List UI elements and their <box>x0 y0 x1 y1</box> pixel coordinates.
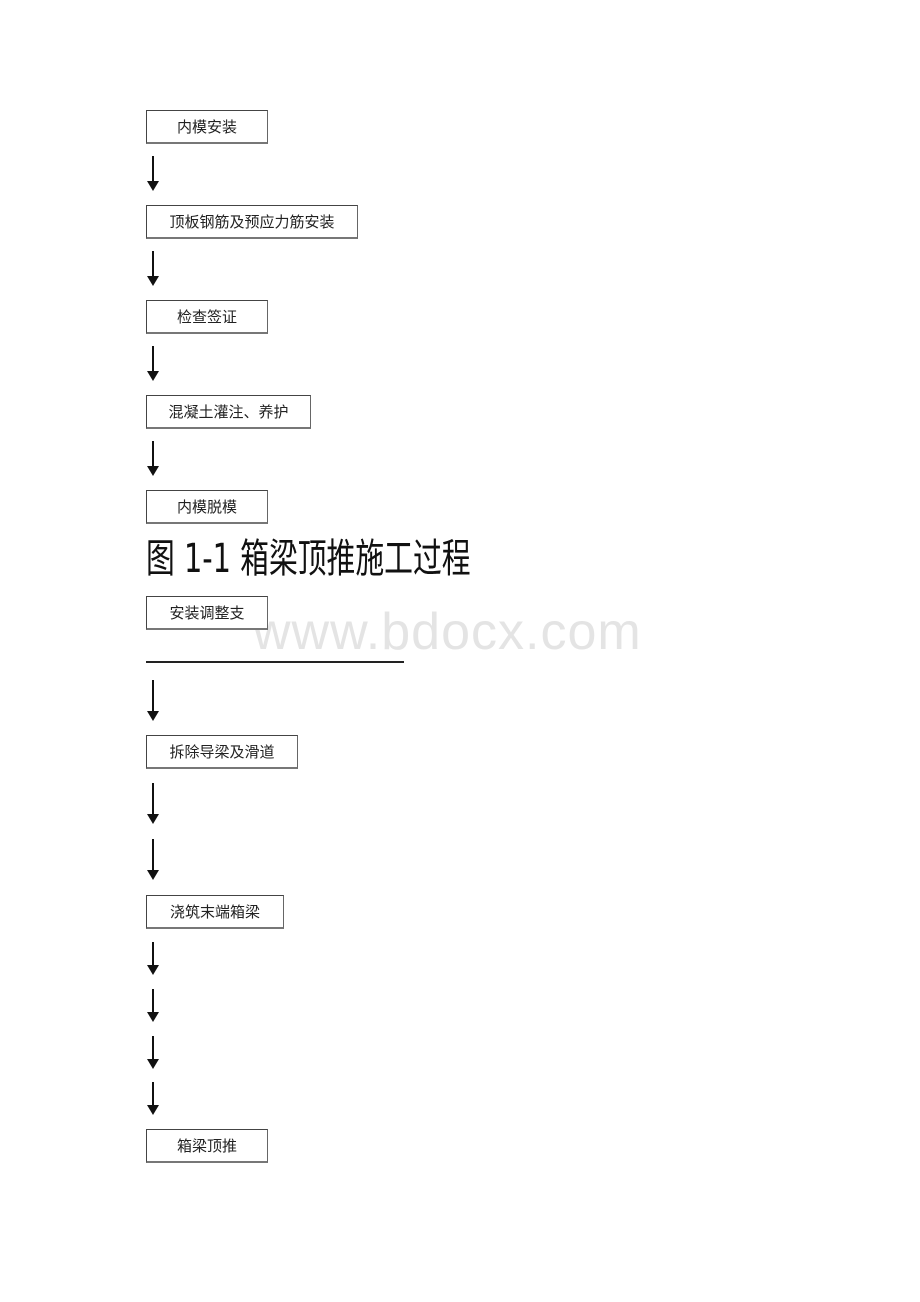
arrow-down-icon <box>146 346 160 382</box>
flow-step-top-slab-rebar-install: 顶板钢筋及预应力筋安装 <box>146 205 358 239</box>
arrow-down-icon <box>146 942 160 976</box>
flow-step-install-adjust-support: 安装调整支 <box>146 596 268 630</box>
flow-step-inner-formwork-removal: 内模脱模 <box>146 490 268 524</box>
arrow-down-icon <box>146 783 160 825</box>
flow-step-concrete-pouring: 混凝土灌注、养护 <box>146 395 311 429</box>
arrow-down-icon <box>146 1082 160 1116</box>
flow-step-pour-end-box-girder: 浇筑末端箱梁 <box>146 895 284 929</box>
flow-step-box-girder-pushing: 箱梁顶推 <box>146 1129 268 1163</box>
flow-step-inspection: 检查签证 <box>146 300 268 334</box>
arrow-down-icon <box>146 441 160 477</box>
arrow-down-icon <box>146 989 160 1023</box>
arrow-down-icon <box>146 1036 160 1070</box>
flow-step-inner-formwork-install: 内模安装 <box>146 110 268 144</box>
arrow-down-icon <box>146 839 160 881</box>
figure-caption: 图 1-1 箱梁顶推施工过程 <box>146 536 471 582</box>
arrow-down-icon <box>146 156 160 192</box>
divider-line <box>146 661 404 663</box>
watermark: www.bdocx.com <box>253 603 642 661</box>
flow-step-remove-guide-beam: 拆除导梁及滑道 <box>146 735 298 769</box>
arrow-down-icon <box>146 251 160 287</box>
arrow-down-icon <box>146 680 160 722</box>
